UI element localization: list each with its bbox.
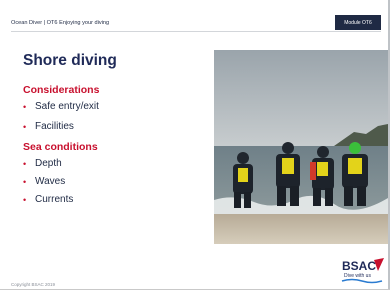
svg-text:BSAC: BSAC <box>342 259 376 273</box>
bullet-text: Depth <box>35 158 62 169</box>
bullet-item: • Currents <box>23 194 73 205</box>
bullet-dot-icon: • <box>23 101 27 112</box>
header-divider <box>11 31 381 32</box>
bullet-dot-icon: • <box>23 176 27 187</box>
module-tag: Module OT6 <box>335 15 381 30</box>
bullet-item: • Facilities <box>23 121 74 132</box>
bullet-item: • Safe entry/exit <box>23 101 99 112</box>
bullet-item: • Depth <box>23 158 62 169</box>
slide-title: Shore diving <box>23 52 117 69</box>
bullet-dot-icon: • <box>23 121 27 132</box>
bullet-dot-icon: • <box>23 194 27 205</box>
bullet-text: Safe entry/exit <box>35 101 99 112</box>
divers-photo <box>214 50 388 244</box>
bullet-item: • Waves <box>23 176 65 187</box>
section-heading-sea-conditions: Sea conditions <box>23 141 98 153</box>
section-heading-considerations: Considerations <box>23 84 100 96</box>
svg-text:Dive with us: Dive with us <box>344 273 371 279</box>
course-header: Ocean Diver | OT6 Enjoying your diving <box>11 20 110 26</box>
bullet-text: Currents <box>35 194 74 205</box>
slide: Ocean Diver | OT6 Enjoying your diving M… <box>0 0 388 289</box>
bullet-dot-icon: • <box>23 158 27 169</box>
bullet-text: Waves <box>35 176 66 187</box>
copyright: Copyright BSAC 2019 <box>11 282 56 287</box>
bsac-logo: BSAC Dive with us <box>340 257 386 285</box>
bullet-text: Facilities <box>35 121 74 132</box>
